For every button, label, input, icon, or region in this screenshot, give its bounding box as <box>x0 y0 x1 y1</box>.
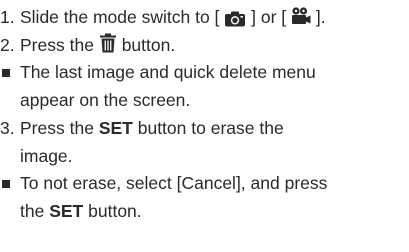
movie-camera-icon <box>291 6 311 25</box>
camera-icon <box>224 8 246 27</box>
step-number: 2. <box>0 34 15 55</box>
step-number: 1. <box>0 7 15 27</box>
step-2: 2. Press the button. <box>0 32 409 60</box>
step-text: Slide the mode switch to [ <box>20 7 220 27</box>
step-number: 3. <box>0 117 15 138</box>
bullet-marker <box>2 69 10 78</box>
bullet-marker <box>2 180 10 189</box>
step-text: button to erase the <box>137 117 284 138</box>
note-text: the <box>20 200 45 221</box>
step-text: ]. <box>315 7 326 27</box>
step-1: 1. Slide the mode switch to [ ] or [ ]. <box>0 4 409 32</box>
step-3-continued: image. <box>20 145 73 166</box>
note-1: The last image and quick delete menu app… <box>0 59 409 114</box>
set-button-label: SET <box>98 117 133 138</box>
step-text: button. <box>121 34 176 55</box>
set-button-label: SET <box>49 200 84 221</box>
step-text: Press the <box>20 117 94 138</box>
trash-icon <box>99 33 117 53</box>
note-line: The last image and quick delete menu <box>20 62 316 83</box>
step-text: ] or [ <box>251 7 287 27</box>
note-2: To not erase, select [Cancel], and press… <box>0 170 409 225</box>
note-line: To not erase, select [Cancel], and press <box>20 173 328 194</box>
note-line-2: the SET button. <box>20 198 409 226</box>
step-text: Press the <box>20 34 94 55</box>
note-text: button. <box>88 200 142 221</box>
step-3: 3. Press the SET button to erase the <box>0 115 409 143</box>
note-line: appear on the screen. <box>20 90 191 111</box>
instruction-document: 1.Slide the mode switch to [ ] or [ ]. <box>0 0 409 252</box>
